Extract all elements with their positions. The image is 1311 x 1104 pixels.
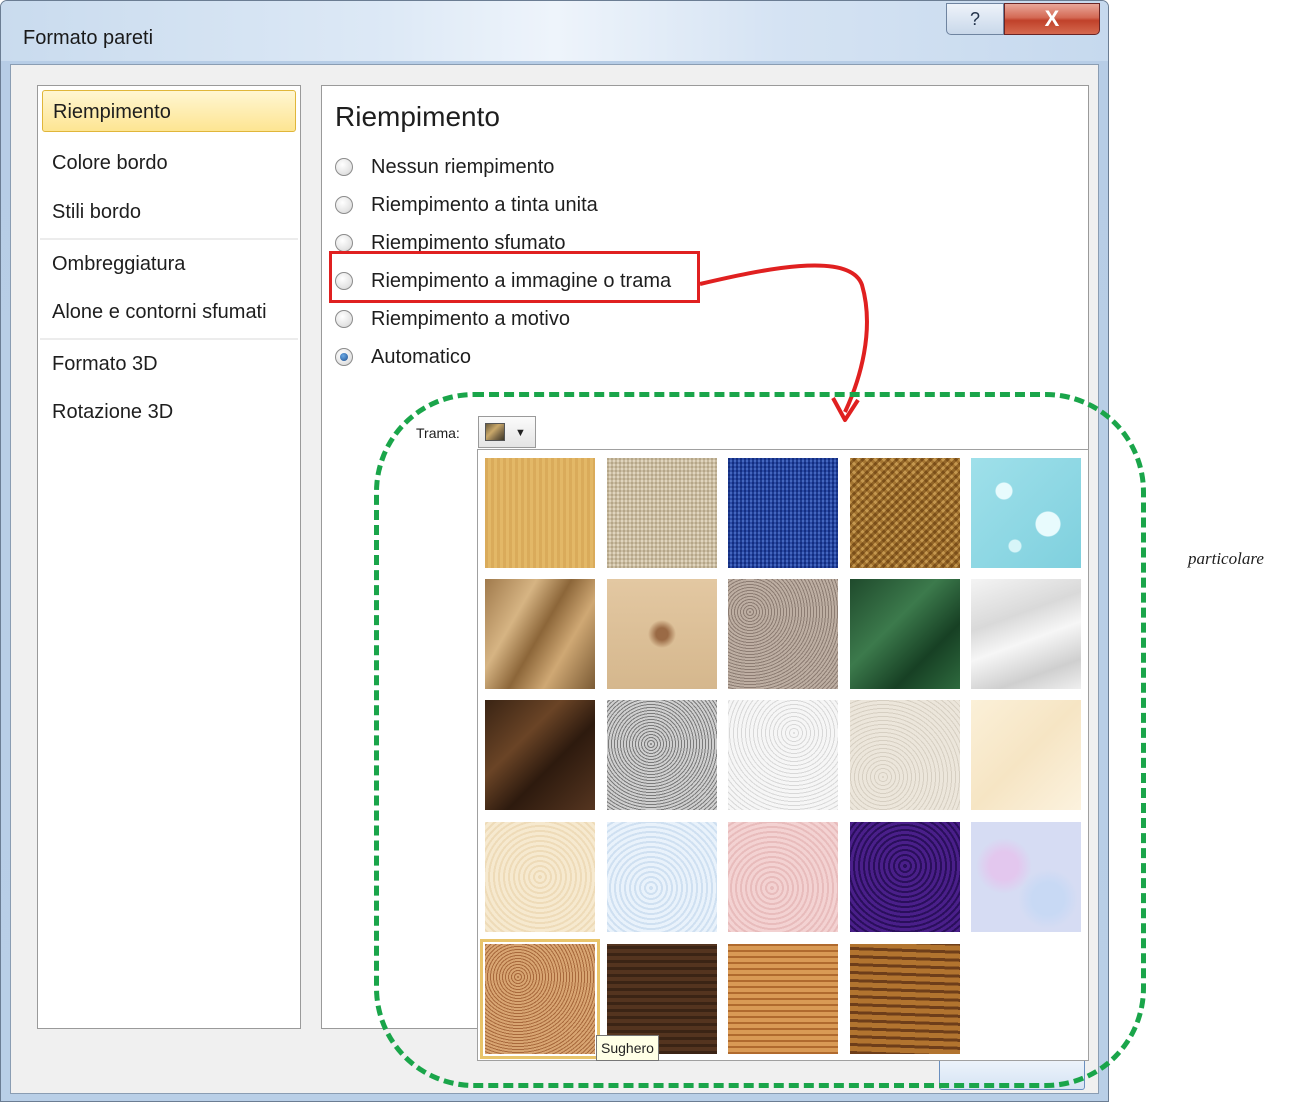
texture-tile[interactable] xyxy=(850,579,960,689)
texture-tile[interactable] xyxy=(971,579,1081,689)
texture-tile-sughero[interactable] xyxy=(480,939,600,1059)
texture-tile[interactable] xyxy=(971,458,1081,568)
texture-tile[interactable] xyxy=(850,458,960,568)
texture-tile[interactable] xyxy=(607,822,717,932)
texture-swatch-icon xyxy=(485,423,505,441)
texture-tile[interactable] xyxy=(728,458,838,568)
texture-tile[interactable] xyxy=(728,822,838,932)
texture-tile[interactable] xyxy=(607,458,717,568)
texture-tile[interactable] xyxy=(971,700,1081,810)
caption-text: particolare xyxy=(1188,549,1264,568)
texture-tile[interactable] xyxy=(607,700,717,810)
arrow-curve xyxy=(699,263,869,413)
texture-tile[interactable] xyxy=(728,944,838,1054)
texture-tile[interactable] xyxy=(485,822,595,932)
trama-label: Trama: xyxy=(416,425,460,441)
texture-gallery xyxy=(477,449,1089,1061)
texture-tile[interactable] xyxy=(850,944,960,1054)
texture-tile[interactable] xyxy=(971,822,1081,932)
texture-tile[interactable] xyxy=(607,579,717,689)
texture-tooltip: Sughero xyxy=(596,1035,659,1061)
dropdown-arrow-icon: ▼ xyxy=(515,427,526,439)
texture-tile[interactable] xyxy=(485,579,595,689)
texture-tile[interactable] xyxy=(728,700,838,810)
texture-tile[interactable] xyxy=(728,579,838,689)
trama-dropdown-button[interactable]: ▼ xyxy=(478,416,536,448)
texture-tile[interactable] xyxy=(850,822,960,932)
texture-tile[interactable] xyxy=(485,458,595,568)
texture-tile[interactable] xyxy=(485,700,595,810)
texture-tile[interactable] xyxy=(850,700,960,810)
